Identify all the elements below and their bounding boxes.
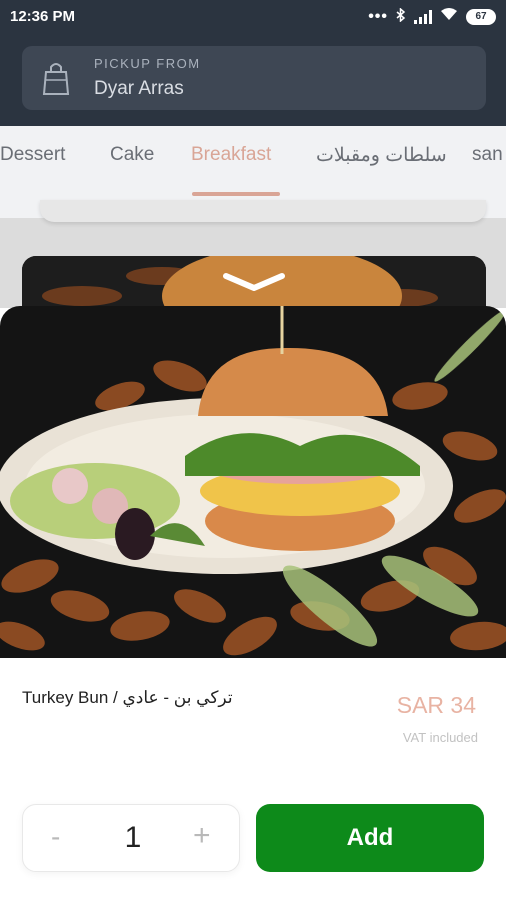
tab-breakfast[interactable]: Breakfast — [191, 144, 271, 166]
wifi-icon — [440, 7, 458, 26]
quantity-stepper: - 1 + — [22, 804, 240, 872]
status-icons: ••• 67 — [368, 7, 496, 26]
product-price: SAR 34 — [396, 692, 476, 718]
signal-icon — [414, 9, 432, 24]
header: 12:36 PM ••• 67 PICKUP FROM Dyar Arras — [0, 0, 506, 126]
active-tab-indicator — [192, 192, 280, 196]
increase-quantity-button[interactable]: + — [193, 819, 211, 853]
status-bar: 12:36 PM ••• 67 — [0, 0, 506, 34]
tab-salads-appetizers[interactable]: سلطات ومقبلات — [316, 144, 447, 167]
product-details: Turkey Bun / تركي بن - عادي SAR 34 VAT i… — [0, 658, 506, 900]
product-image — [0, 306, 506, 658]
previous-card — [40, 200, 486, 222]
tab-sandwiches[interactable]: san — [472, 144, 503, 166]
pickup-location: Dyar Arras — [94, 78, 184, 99]
decrease-quantity-button[interactable]: - — [51, 821, 60, 853]
add-to-cart-button[interactable]: Add — [256, 804, 484, 872]
tab-dessert[interactable]: Dessert — [0, 144, 65, 166]
collapse-chevron-icon[interactable] — [222, 270, 286, 294]
pickup-label: PICKUP FROM — [94, 56, 201, 71]
battery-icon: 67 — [466, 8, 496, 25]
shopping-bag-icon — [42, 60, 70, 96]
product-name: Turkey Bun / تركي بن - عادي — [22, 688, 233, 707]
pickup-location-selector[interactable]: PICKUP FROM Dyar Arras — [22, 46, 486, 110]
tab-cake[interactable]: Cake — [110, 144, 154, 166]
vat-note: VAT included — [402, 730, 478, 745]
bluetooth-icon — [396, 7, 406, 25]
quantity-value: 1 — [124, 821, 142, 854]
status-time: 12:36 PM — [10, 8, 76, 25]
more-dots-icon: ••• — [368, 7, 388, 25]
